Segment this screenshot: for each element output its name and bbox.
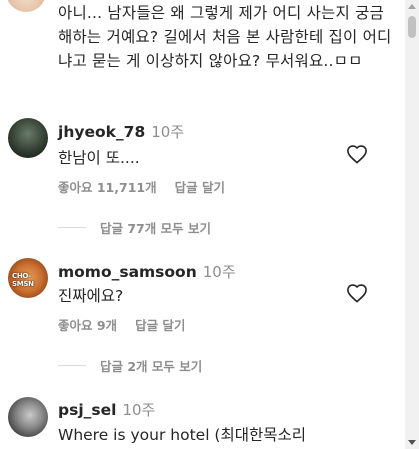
timestamp: 10주: [202, 263, 236, 281]
avatar[interactable]: [8, 118, 48, 158]
comment-text: 아니... 남자들은 왜 그렇게 제가 어디 사는지 궁금해하는 거예요? 길에…: [58, 4, 392, 70]
comment-text: Where is your hotel (최대한목소리: [58, 426, 307, 444]
view-replies-button[interactable]: 답글 77개 모두 보기: [58, 218, 211, 237]
avatar[interactable]: [8, 397, 48, 437]
view-replies-button[interactable]: 답글 2개 모두 보기: [58, 356, 202, 375]
avatar[interactable]: [6, 0, 46, 12]
timestamp: 10주: [151, 123, 185, 141]
likes-count[interactable]: 좋아요 9개: [58, 318, 117, 333]
comment-text: 진짜에요?: [58, 287, 124, 305]
view-replies-label: 답글 2개 모두 보기: [100, 359, 203, 374]
likes-count[interactable]: 좋아요 11,711개: [58, 180, 157, 195]
heart-icon[interactable]: [346, 283, 368, 303]
comment-text: 한남이 또....: [58, 149, 140, 167]
scroll-up-arrow-icon[interactable]: [408, 4, 416, 9]
comments-panel: 아니... 남자들은 왜 그렇게 제가 어디 사는지 궁금해하는 거예요? 길에…: [0, 0, 405, 449]
scrollbar[interactable]: [405, 0, 419, 449]
username-link[interactable]: momo_samsoon: [58, 263, 197, 281]
divider: [58, 365, 86, 366]
avatar-badge: CHO-SMSN: [12, 272, 34, 288]
scroll-down-arrow-icon[interactable]: [408, 440, 416, 445]
timestamp: 10주: [122, 401, 156, 419]
username-link[interactable]: psj_sel: [58, 401, 116, 419]
view-replies-label: 답글 77개 모두 보기: [100, 221, 211, 236]
reply-button[interactable]: 답글 달기: [175, 180, 225, 195]
reply-button[interactable]: 답글 달기: [135, 318, 185, 333]
heart-icon[interactable]: [346, 144, 368, 164]
avatar[interactable]: CHO-SMSN: [8, 258, 48, 298]
username-link[interactable]: jhyeok_78: [58, 123, 145, 141]
divider: [58, 227, 86, 228]
scrollbar-thumb[interactable]: [408, 16, 416, 38]
